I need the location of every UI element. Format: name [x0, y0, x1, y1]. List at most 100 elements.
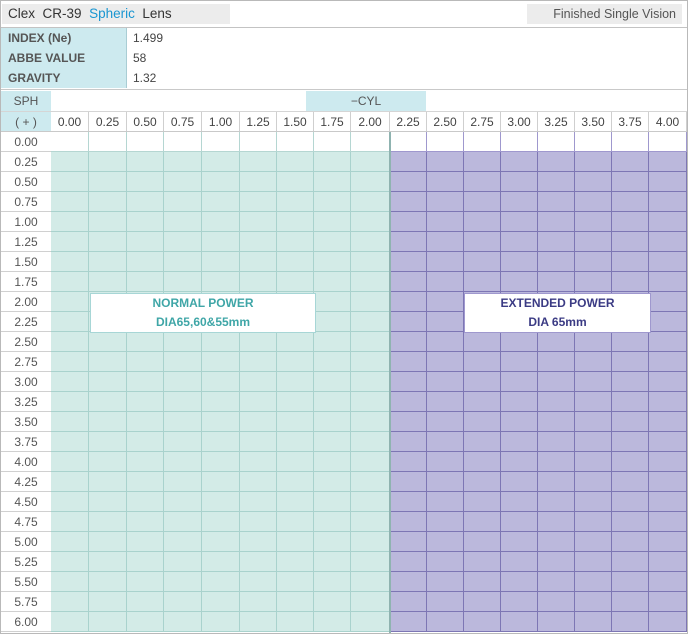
power-cell	[351, 212, 390, 232]
sph-row-label: 1.00	[1, 212, 51, 232]
power-cell	[649, 492, 687, 512]
header-top-divider	[1, 111, 687, 112]
power-cell	[351, 552, 390, 572]
power-cell	[575, 272, 612, 292]
power-cell	[649, 392, 687, 412]
power-cell	[164, 212, 202, 232]
power-cell	[612, 212, 649, 232]
power-cell	[164, 332, 202, 352]
power-cell	[277, 532, 314, 552]
power-cell	[390, 172, 427, 192]
power-cell	[538, 392, 575, 412]
power-cell	[427, 372, 464, 392]
power-cell	[390, 232, 427, 252]
power-cell	[612, 432, 649, 452]
sph-row-label: 0.75	[1, 192, 51, 212]
sph-row-label: 5.00	[1, 532, 51, 552]
power-cell	[538, 492, 575, 512]
power-cell	[390, 532, 427, 552]
power-cell	[575, 612, 612, 632]
power-cell	[164, 572, 202, 592]
power-cell	[612, 612, 649, 632]
power-cell	[277, 412, 314, 432]
power-cell	[277, 252, 314, 272]
power-cell	[464, 432, 501, 452]
power-cell	[51, 292, 89, 312]
power-cell	[51, 152, 89, 172]
power-cell	[538, 212, 575, 232]
power-cell	[51, 172, 89, 192]
power-cell	[51, 392, 89, 412]
power-cell	[649, 452, 687, 472]
power-cell	[127, 592, 164, 612]
power-cell	[538, 232, 575, 252]
power-cell	[575, 432, 612, 452]
power-cell	[127, 192, 164, 212]
sph-row-label: 4.50	[1, 492, 51, 512]
power-cell	[427, 172, 464, 192]
power-cell	[390, 552, 427, 572]
power-cell	[314, 232, 351, 252]
power-cell	[538, 512, 575, 532]
power-cell	[164, 272, 202, 292]
power-cell	[464, 532, 501, 552]
power-cell	[538, 192, 575, 212]
power-cell	[501, 252, 538, 272]
power-cell	[314, 292, 351, 312]
power-cell	[240, 432, 277, 452]
sph-row-label: 3.00	[1, 372, 51, 392]
power-cell	[277, 152, 314, 172]
power-cell	[427, 212, 464, 232]
power-cell	[277, 212, 314, 232]
power-cell	[240, 392, 277, 412]
power-cell	[89, 412, 127, 432]
power-cell	[277, 512, 314, 532]
sph-row-label: 2.00	[1, 292, 51, 312]
power-cell	[575, 232, 612, 252]
power-cell	[575, 412, 612, 432]
power-cell	[240, 592, 277, 612]
power-cell	[277, 332, 314, 352]
power-cell	[51, 272, 89, 292]
power-cell	[127, 472, 164, 492]
power-cell	[427, 192, 464, 212]
power-cell	[89, 512, 127, 532]
power-cell	[314, 552, 351, 572]
cyl-column-header: 1.25	[240, 112, 277, 132]
power-cell	[501, 332, 538, 352]
cyl-column-header: 4.00	[649, 112, 687, 132]
power-cell	[612, 392, 649, 412]
power-cell	[390, 612, 427, 632]
power-cell	[164, 232, 202, 252]
power-cell	[464, 172, 501, 192]
power-cell	[127, 352, 164, 372]
power-cell	[351, 272, 390, 292]
sph-row-label: 4.00	[1, 452, 51, 472]
power-cell	[127, 332, 164, 352]
power-cell	[649, 332, 687, 352]
power-cell	[612, 272, 649, 292]
power-cell	[314, 452, 351, 472]
power-cell	[240, 152, 277, 172]
power-cell	[649, 532, 687, 552]
power-cell	[649, 552, 687, 572]
power-cell	[464, 552, 501, 572]
power-cell	[538, 352, 575, 372]
power-cell	[202, 412, 240, 432]
power-cell	[464, 512, 501, 532]
power-cell	[501, 492, 538, 512]
power-cell	[51, 372, 89, 392]
sph-row-label: 1.25	[1, 232, 51, 252]
power-cell	[351, 292, 390, 312]
power-cell	[612, 592, 649, 612]
power-cell	[351, 472, 390, 492]
cyl-column-header: 2.25	[390, 112, 427, 132]
power-cell	[575, 132, 612, 152]
power-cell	[390, 432, 427, 452]
power-cell	[427, 332, 464, 352]
power-cell	[314, 172, 351, 192]
power-cell	[575, 352, 612, 372]
power-cell	[538, 172, 575, 192]
power-cell	[649, 352, 687, 372]
power-cell	[314, 192, 351, 212]
